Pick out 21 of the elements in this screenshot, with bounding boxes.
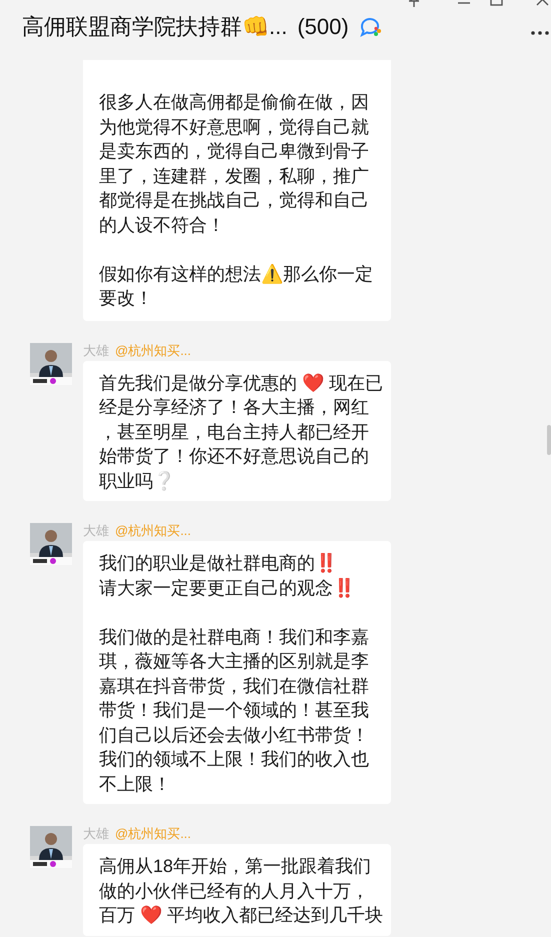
message-text: 首先我们是做分享优惠的 ❤ 现在已经是分享经济了！各大主播，网红，甚至明星，电台主持人都已经开始带货了！你还不好意思说自己的职业吗❔: [99, 372, 384, 492]
mention-name: @杭州知买...: [115, 523, 192, 538]
chat-bubbles-icon[interactable]: [358, 16, 383, 38]
avatar[interactable]: [30, 523, 72, 565]
more-icon[interactable]: [529, 28, 551, 38]
avatar[interactable]: [30, 826, 72, 868]
sender-name: 大雄: [83, 826, 109, 841]
message-text: 很多人在做高佣都是偷偷在做，因为他觉得不好意思啊，觉得自己就是卖东西的，觉得自己卑微到骨子里了，连建群，发圈，私聊，推广都觉得是在挑战自己，觉得和自己的人设不符合！: [99, 91, 370, 236]
member-count: (500): [297, 14, 349, 40]
scrollbar-thumb[interactable]: [547, 425, 551, 455]
message-text: 假如你有这样的想法⚠那么你一定要改！: [99, 262, 374, 310]
avatar[interactable]: [30, 342, 72, 384]
message-text: 请大家一定要更正自己的观念‼: [99, 576, 356, 600]
message-text: 我们的职业是做社群电商的‼: [99, 552, 338, 575]
sender-name: 大雄: [83, 523, 109, 538]
sender-name: 大雄: [83, 342, 109, 358]
chat-title: 高佣联盟商学院扶持群👊...: [22, 13, 288, 41]
mention-name: @杭州知买...: [115, 342, 192, 358]
mention-name: @杭州知买...: [115, 826, 192, 841]
message-text: 我们做的是社群电商！我们和李嘉琪，薇娅等各大主播的区别就是李嘉琪在抖音带货，我们在微信社群带货！我们是一个领域的！甚至我们自己以后还会去做小红书带货！我们的领域不上限！我们的收入也不上限！: [99, 626, 370, 796]
message-text: 高佣从18年开始，第一批跟着我们做的小伙伴已经有的人月入十万，百万 ❤ 平均收入都已经达到几千块: [99, 855, 384, 927]
